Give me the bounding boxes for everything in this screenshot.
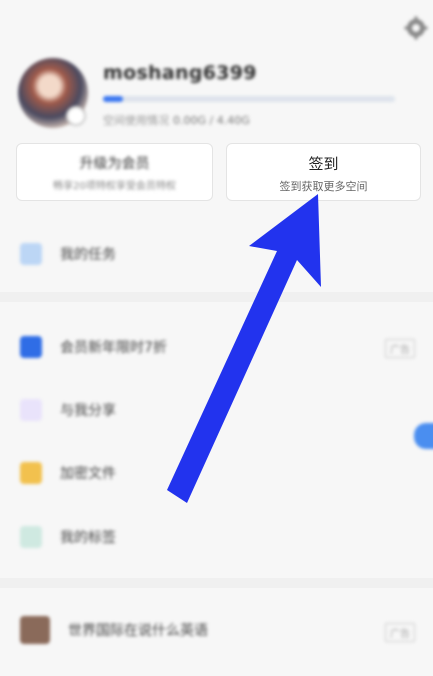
- menu-item-tags[interactable]: 我的标签: [20, 523, 116, 551]
- upgrade-vip-subtitle: 畅享20项特权享受会员特权: [53, 181, 176, 192]
- avatar-badge-icon: [66, 106, 86, 126]
- menu-item-label: 会员新年限时7折: [60, 340, 167, 356]
- menu-item-label: 加密文件: [60, 466, 116, 482]
- menu-item-label: 我的标签: [60, 530, 116, 546]
- menu-item-encrypted[interactable]: 加密文件: [20, 459, 116, 487]
- floating-assistant-bubble[interactable]: [414, 423, 433, 449]
- divider: [0, 578, 433, 588]
- encrypted-file-icon: [20, 462, 42, 484]
- menu-item-game-ad[interactable]: 世界国际在说什么英语: [20, 616, 208, 644]
- signin-title: 签到: [308, 155, 339, 173]
- tag-icon: [20, 526, 42, 548]
- storage-progress-fill: [103, 96, 124, 102]
- storage-value: 0.00G / 4.40G: [173, 114, 250, 127]
- menu-item-label: 与我分享: [60, 403, 116, 419]
- menu-item-label: 我的任务: [60, 247, 116, 263]
- storage-usage: 空间使用情况 0.00G / 4.40G: [103, 112, 250, 128]
- gear-icon[interactable]: [404, 16, 428, 40]
- divider: [0, 292, 433, 302]
- signin-card[interactable]: 签到 签到获取更多空间: [226, 143, 421, 201]
- game-ad-thumbnail: [20, 616, 50, 644]
- storage-label: 空间使用情况: [103, 114, 169, 127]
- ad-badge: 广告: [385, 623, 415, 642]
- upgrade-vip-card[interactable]: 升级为会员 畅享20项特权享受会员特权: [16, 143, 213, 201]
- username: moshang6399: [103, 62, 257, 84]
- storage-progress-bar: [103, 96, 395, 102]
- upgrade-vip-title: 升级为会员: [79, 156, 150, 172]
- signin-subtitle: 签到获取更多空间: [279, 180, 368, 193]
- share-icon: [20, 399, 42, 421]
- menu-item-tasks[interactable]: 我的任务: [20, 240, 116, 268]
- ad-badge: 广告: [385, 339, 415, 358]
- menu-item-vip-promo[interactable]: 会员新年限时7折: [20, 333, 167, 361]
- menu-item-label: 世界国际在说什么英语: [68, 623, 208, 639]
- tasks-icon: [20, 243, 42, 265]
- vip-icon: [20, 336, 42, 358]
- menu-item-shared[interactable]: 与我分享: [20, 396, 116, 424]
